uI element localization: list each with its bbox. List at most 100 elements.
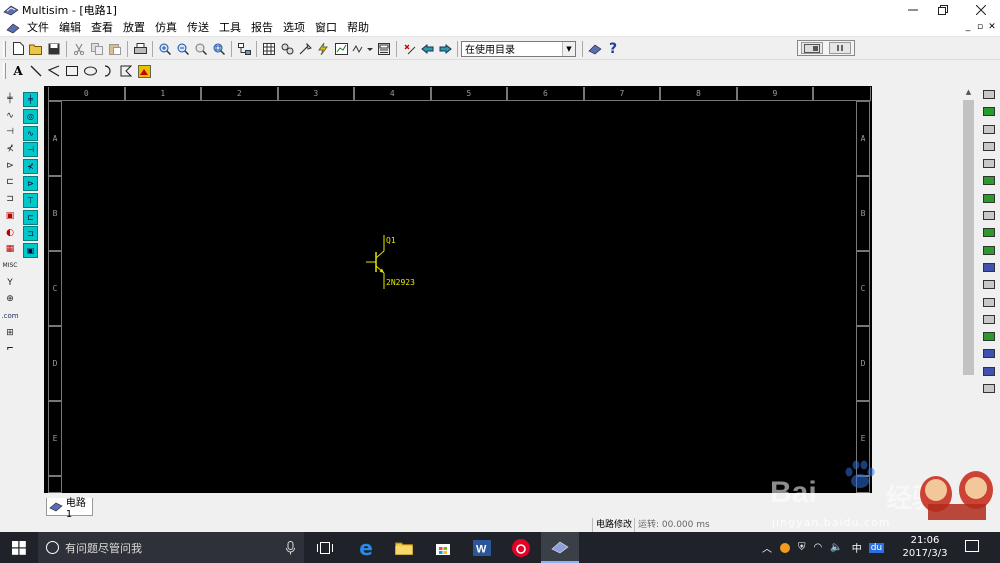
virtual-power-icon[interactable]: ⊤: [23, 192, 38, 208]
menu-window[interactable]: 窗口: [310, 19, 342, 37]
place-polygon-button[interactable]: [118, 63, 135, 80]
run-simulation-button[interactable]: [801, 42, 823, 54]
spectrum-analyzer-icon[interactable]: [981, 296, 997, 309]
menu-file[interactable]: 文件: [22, 19, 54, 37]
network-analyzer-icon[interactable]: [981, 313, 997, 326]
menu-options[interactable]: 选项: [278, 19, 310, 37]
netease-music-button[interactable]: [502, 532, 540, 563]
copy-button[interactable]: [89, 40, 106, 57]
forward-annotate-button[interactable]: [437, 40, 454, 57]
oscilloscope-icon[interactable]: [981, 140, 997, 153]
edge-browser-button[interactable]: e: [347, 532, 385, 563]
component-wizard-button[interactable]: [297, 40, 314, 57]
task-view-button[interactable]: [306, 532, 344, 563]
electromechanical-icon[interactable]: ⊕: [3, 292, 17, 306]
menu-help[interactable]: 帮助: [342, 19, 374, 37]
word-button[interactable]: W: [463, 532, 501, 563]
close-button[interactable]: [964, 0, 998, 19]
sheet-tab[interactable]: 电路1: [46, 498, 93, 520]
place-multiline-button[interactable]: [46, 63, 63, 80]
restore-button[interactable]: [926, 0, 960, 19]
grapher-button[interactable]: [315, 40, 332, 57]
virtual-misc-icon[interactable]: ⊏: [23, 209, 38, 225]
toolbar-grip[interactable]: [3, 63, 6, 79]
zoom-in-button[interactable]: [157, 40, 174, 57]
place-text-button[interactable]: A: [10, 63, 27, 80]
print-button[interactable]: [132, 40, 149, 57]
bode-plotter-icon[interactable]: [981, 174, 997, 187]
analyses-button[interactable]: [351, 40, 375, 57]
erc-button[interactable]: [401, 40, 418, 57]
app-tray-icon[interactable]: [780, 542, 790, 553]
help-button[interactable]: ?: [605, 40, 622, 57]
hierarchy-block-icon[interactable]: ⊞: [3, 326, 17, 340]
in-use-list-select[interactable]: 在使用目录 ▼: [461, 40, 576, 57]
four-channel-scope-icon[interactable]: [981, 157, 997, 170]
ttl-icon[interactable]: ⊏: [3, 175, 17, 189]
back-annotate-button[interactable]: [419, 40, 436, 57]
place-arc-button[interactable]: [100, 63, 117, 80]
transistor-icon[interactable]: ⊀: [3, 142, 17, 156]
place-picture-button[interactable]: [136, 63, 153, 80]
component-model-label[interactable]: 2N2923: [386, 278, 415, 287]
multisim-taskbar-button[interactable]: [541, 532, 579, 563]
microphone-icon[interactable]: [286, 541, 295, 555]
zoom-fit-button[interactable]: [211, 40, 228, 57]
function-generator-icon[interactable]: [981, 105, 997, 118]
scroll-up-icon[interactable]: ▲: [961, 86, 976, 98]
start-button[interactable]: [0, 532, 38, 563]
logic-converter-icon[interactable]: [981, 244, 997, 257]
virtual-capacitor-icon[interactable]: ⊣: [23, 142, 38, 158]
zoom-area-button[interactable]: [193, 40, 210, 57]
scrollbar-thumb[interactable]: [963, 100, 974, 375]
pause-simulation-button[interactable]: [829, 42, 851, 54]
save-button[interactable]: [46, 40, 63, 57]
menu-transfer[interactable]: 传送: [182, 19, 214, 37]
place-line-button[interactable]: [28, 63, 45, 80]
virtual-rated-icon[interactable]: ⊐: [23, 226, 38, 242]
drawing-area[interactable]: Q1 2N2923: [63, 101, 855, 493]
menu-edit[interactable]: 编辑: [54, 19, 86, 37]
word-generator-icon[interactable]: [981, 209, 997, 222]
menu-place[interactable]: 放置: [118, 19, 150, 37]
cmos-icon[interactable]: ⊐: [3, 192, 17, 206]
document-menu-icon[interactable]: [6, 22, 20, 34]
shield-icon[interactable]: ⛨: [798, 542, 806, 553]
database-button[interactable]: [279, 40, 296, 57]
chevron-down-icon[interactable]: ▼: [562, 41, 575, 56]
virtual-resistor-icon[interactable]: ∿: [23, 125, 38, 141]
paste-button[interactable]: [107, 40, 124, 57]
toolbar-grip[interactable]: [3, 40, 6, 57]
open-file-button[interactable]: [28, 40, 45, 57]
resistor-icon[interactable]: ∿: [3, 109, 17, 123]
analog-icon[interactable]: ⊳: [3, 159, 17, 173]
virtual-source-icon[interactable]: ╪: [23, 92, 38, 107]
cut-button[interactable]: [71, 40, 88, 57]
description-button[interactable]: [376, 40, 393, 57]
agilent-scope-icon[interactable]: [981, 365, 997, 378]
volume-icon[interactable]: 🔈: [830, 542, 842, 553]
distortion-analyzer-icon[interactable]: [981, 278, 997, 291]
virtual-measure-icon[interactable]: ◎: [23, 108, 38, 124]
diode-icon[interactable]: ⊣: [3, 125, 17, 139]
com-icon[interactable]: .com: [1, 309, 18, 323]
frequency-counter-icon[interactable]: [981, 192, 997, 205]
multimeter-icon[interactable]: [981, 88, 997, 101]
measurement-probe-icon[interactable]: [981, 382, 997, 395]
menu-view[interactable]: 查看: [86, 19, 118, 37]
spreadsheet-button[interactable]: [261, 40, 278, 57]
misc-icon[interactable]: MISC: [3, 259, 18, 273]
virtual-transistor-icon[interactable]: ⊀: [23, 159, 38, 175]
new-file-button[interactable]: [10, 40, 27, 57]
mixed-icon[interactable]: ◐: [3, 226, 17, 240]
ime-language-indicator[interactable]: 中: [852, 540, 862, 555]
mdi-minimize-button[interactable]: _: [963, 21, 973, 33]
place-rectangle-button[interactable]: [64, 63, 81, 80]
file-explorer-button[interactable]: [385, 532, 423, 563]
logic-analyzer-icon[interactable]: [981, 226, 997, 239]
postprocessor-button[interactable]: [333, 40, 350, 57]
menu-simulate[interactable]: 仿真: [150, 19, 182, 37]
wifi-icon[interactable]: ◠: [814, 542, 823, 553]
place-ellipse-button[interactable]: [82, 63, 99, 80]
zoom-out-button[interactable]: [175, 40, 192, 57]
